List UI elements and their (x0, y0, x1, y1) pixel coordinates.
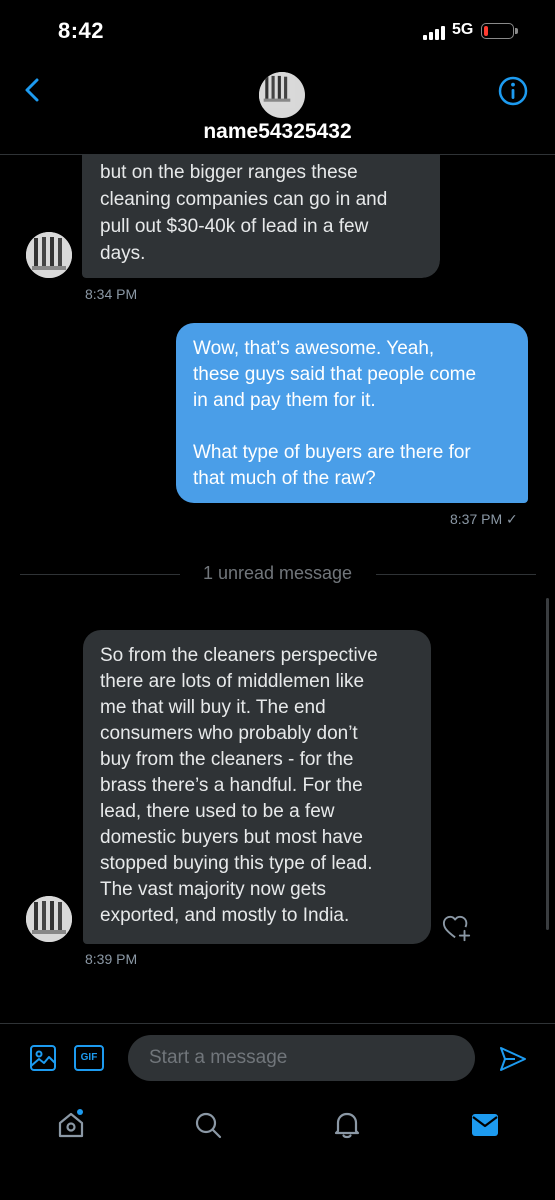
message-line: pull out $30-40k of lead in a few (100, 216, 369, 237)
message-input-placeholder: Start a message (149, 1047, 288, 1068)
message-line: domestic buyers but most have (100, 827, 363, 848)
message-line: exported, and mostly to India. (100, 905, 350, 926)
composer-divider (0, 1023, 555, 1024)
message-timestamp: 8:39 PM (85, 951, 138, 967)
incoming-message-bubble[interactable]: So from the cleaners perspective there a… (83, 630, 431, 944)
back-icon[interactable] (20, 76, 44, 104)
search-icon[interactable] (193, 1110, 223, 1140)
message-timestamp-read: 8:37 PM ✓ (450, 511, 518, 527)
battery-icon (481, 23, 518, 39)
home-icon[interactable] (56, 1108, 86, 1140)
message-line: Wow, that’s awesome. Yeah, (193, 338, 435, 359)
cellular-signal-icon (423, 25, 447, 40)
notifications-icon[interactable] (332, 1109, 362, 1139)
message-line: that much of the raw? (193, 468, 376, 489)
message-line: buy from the cleaners - for the (100, 749, 354, 770)
message-input[interactable]: Start a message (128, 1035, 475, 1081)
image-icon[interactable] (29, 1044, 57, 1072)
gif-button[interactable]: GIF (74, 1045, 104, 1071)
scrollbar[interactable] (546, 598, 549, 930)
info-icon[interactable] (497, 75, 529, 107)
message-line: So from the cleaners perspective (100, 645, 378, 666)
message-line: me that will buy it. The end (100, 697, 326, 718)
header-avatar[interactable] (259, 72, 305, 118)
message-line: days. (100, 243, 146, 264)
message-line: there are lots of middlemen like (100, 671, 365, 692)
message-line: consumers who probably don’t (100, 723, 358, 744)
send-icon[interactable] (498, 1044, 528, 1074)
messages-icon[interactable] (470, 1110, 500, 1140)
message-line: in and pay them for it. (193, 390, 376, 411)
unread-divider-right (376, 574, 536, 575)
message-line: these guys said that people come (193, 364, 477, 385)
message-timestamp: 8:34 PM (85, 286, 138, 302)
message-line: stopped buying this type of lead. (100, 853, 373, 874)
message-line: The vast majority now gets (100, 879, 326, 900)
incoming-message-bubble[interactable]: but on the bigger ranges these cleaning … (82, 155, 440, 278)
message-line: What type of buyers are there for (193, 442, 471, 463)
sender-avatar[interactable] (26, 896, 72, 942)
sender-avatar[interactable] (26, 232, 72, 278)
react-heart-plus-icon[interactable] (442, 913, 472, 943)
outgoing-message-bubble[interactable]: Wow, that’s awesome. Yeah, these guys sa… (176, 323, 528, 503)
conversation-title[interactable]: name54325432 (0, 120, 555, 144)
message-line: brass there’s a handful. For the (100, 775, 363, 796)
message-line: but on the bigger ranges these (100, 162, 358, 183)
status-time: 8:42 (58, 18, 105, 43)
network-type: 5G (452, 21, 474, 38)
message-line: lead, there used to be a few (100, 801, 335, 822)
message-line: cleaning companies can go in and (100, 189, 388, 210)
header-divider (0, 154, 555, 155)
